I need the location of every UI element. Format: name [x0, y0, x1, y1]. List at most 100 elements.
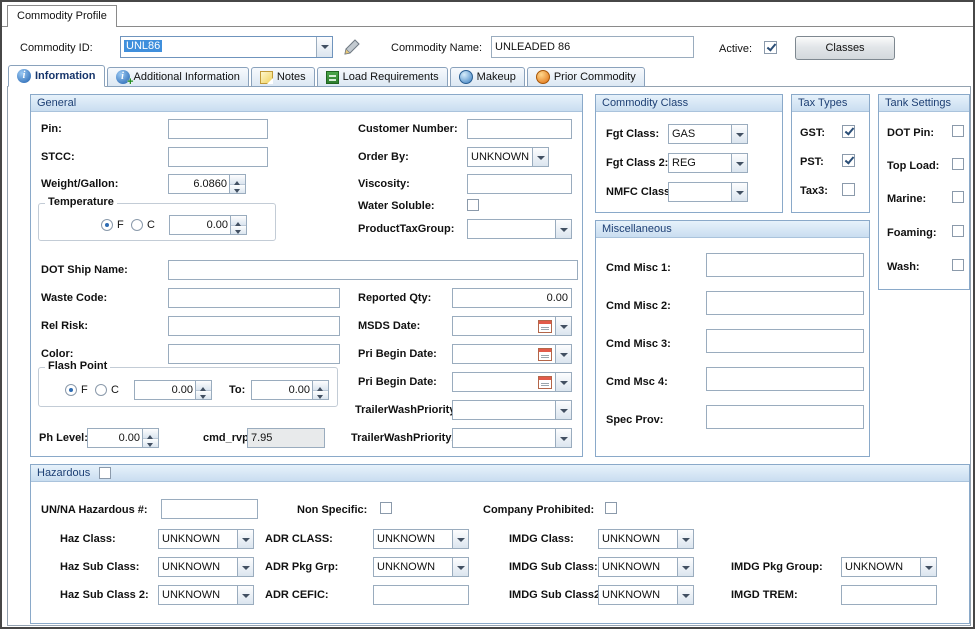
imdg-class-select[interactable]: UNKNOWN — [598, 529, 694, 549]
chevron-down-icon[interactable] — [731, 183, 747, 201]
chevron-down-icon[interactable] — [555, 317, 571, 335]
pri-begin-date2-picker[interactable] — [452, 372, 572, 392]
fgt-class-select[interactable]: GAS — [668, 124, 748, 144]
waste-code-input[interactable] — [168, 288, 340, 308]
spinner-up-icon[interactable] — [230, 175, 245, 185]
pin-input[interactable] — [168, 119, 268, 139]
edit-pencil-icon[interactable] — [343, 38, 361, 56]
chevron-down-icon[interactable] — [237, 586, 253, 604]
rel-risk-input[interactable] — [168, 316, 340, 336]
tab-notes[interactable]: Notes — [251, 67, 315, 87]
cmd-misc2-input[interactable] — [706, 291, 864, 315]
spinner-down-icon[interactable] — [230, 185, 245, 194]
pri-begin-date-picker[interactable] — [452, 344, 572, 364]
flash-point-f-radio[interactable] — [65, 384, 77, 396]
imdg-pkg-group-select[interactable]: UNKNOWN — [841, 557, 937, 577]
spinner-down-icon[interactable] — [143, 439, 158, 448]
classes-button[interactable]: Classes — [795, 36, 895, 60]
tab-prior-commodity[interactable]: Prior Commodity — [527, 67, 645, 87]
chevron-down-icon[interactable] — [452, 558, 468, 576]
msds-date-picker[interactable] — [452, 316, 572, 336]
adr-pkg-grp-select[interactable]: UNKNOWN — [373, 557, 469, 577]
hazardous-checkbox[interactable] — [99, 467, 111, 479]
wash-checkbox[interactable] — [952, 259, 964, 271]
temperature-f-radio[interactable] — [101, 219, 113, 231]
water-soluble-checkbox[interactable] — [467, 199, 479, 211]
temperature-spinner[interactable]: 0.00 — [169, 215, 247, 235]
chevron-down-icon[interactable] — [920, 558, 936, 576]
spec-prov-input[interactable] — [706, 405, 864, 429]
dot-pin-checkbox[interactable] — [952, 125, 964, 137]
reported-qty-input[interactable] — [452, 288, 572, 308]
weight-gallon-spinner[interactable]: 6.0860 — [168, 174, 246, 194]
cmd-msc4-input[interactable] — [706, 367, 864, 391]
cmd-misc3-input[interactable] — [706, 329, 864, 353]
haz-sub-class-select[interactable]: UNKNOWN — [158, 557, 254, 577]
adr-cefic-input[interactable] — [373, 585, 469, 605]
spinner-down-icon[interactable] — [231, 226, 246, 235]
spinner-up-icon[interactable] — [143, 429, 158, 439]
chevron-down-icon[interactable] — [731, 125, 747, 143]
flash-point-to-spinner[interactable]: 0.00 — [251, 380, 329, 400]
chevron-down-icon[interactable] — [555, 345, 571, 363]
flash-point-from-spinner[interactable]: 0.00 — [134, 380, 212, 400]
spinner-down-icon[interactable] — [196, 391, 211, 400]
nmfc-class-select[interactable] — [668, 182, 748, 202]
spinner-up-icon[interactable] — [196, 381, 211, 391]
pst-checkbox[interactable] — [842, 154, 855, 167]
chevron-down-icon[interactable] — [532, 148, 548, 166]
unna-hazardous-input[interactable] — [161, 499, 258, 519]
customer-number-input[interactable] — [467, 119, 572, 139]
chevron-down-icon[interactable] — [555, 220, 571, 238]
tab-additional-information[interactable]: Additional Information — [107, 67, 249, 87]
order-by-select[interactable]: UNKNOWN — [467, 147, 549, 167]
tab-makeup[interactable]: Makeup — [450, 67, 525, 87]
imgd-trem-input[interactable] — [841, 585, 937, 605]
calendar-icon[interactable] — [538, 320, 552, 333]
viscosity-input[interactable] — [467, 174, 572, 194]
ph-level-spinner[interactable]: 0.00 — [87, 428, 159, 448]
chevron-down-icon[interactable] — [677, 530, 693, 548]
tax3-checkbox[interactable] — [842, 183, 855, 196]
active-checkbox[interactable] — [764, 41, 777, 54]
non-specific-checkbox[interactable] — [380, 502, 392, 514]
chevron-down-icon[interactable] — [316, 37, 332, 57]
calendar-icon[interactable] — [538, 376, 552, 389]
temperature-c-radio[interactable] — [131, 219, 143, 231]
doc-tab-commodity-profile[interactable]: Commodity Profile — [7, 5, 117, 27]
fgt-class2-select[interactable]: REG — [668, 153, 748, 173]
chevron-down-icon[interactable] — [555, 373, 571, 391]
chevron-down-icon[interactable] — [237, 530, 253, 548]
chevron-down-icon[interactable] — [237, 558, 253, 576]
calendar-icon[interactable] — [538, 348, 552, 361]
imdg-sub-class-select[interactable]: UNKNOWN — [598, 557, 694, 577]
spinner-down-icon[interactable] — [313, 391, 328, 400]
spinner-up-icon[interactable] — [231, 216, 246, 226]
top-load-checkbox[interactable] — [952, 158, 964, 170]
color-input[interactable] — [168, 344, 340, 364]
marine-checkbox[interactable] — [952, 191, 964, 203]
tab-load-requirements[interactable]: Load Requirements — [317, 67, 448, 87]
imdg-sub-class2-select[interactable]: UNKNOWN — [598, 585, 694, 605]
trailer-wash-priority2-select[interactable] — [452, 428, 572, 448]
commodity-id-select[interactable]: UNL86 — [120, 36, 333, 58]
chevron-down-icon[interactable] — [677, 586, 693, 604]
chevron-down-icon[interactable] — [452, 530, 468, 548]
haz-class-select[interactable]: UNKNOWN — [158, 529, 254, 549]
company-prohibited-checkbox[interactable] — [605, 502, 617, 514]
chevron-down-icon[interactable] — [731, 154, 747, 172]
stcc-input[interactable] — [168, 147, 268, 167]
gst-checkbox[interactable] — [842, 125, 855, 138]
haz-sub-class2-select[interactable]: UNKNOWN — [158, 585, 254, 605]
spinner-up-icon[interactable] — [313, 381, 328, 391]
flash-point-c-radio[interactable] — [95, 384, 107, 396]
dot-ship-name-input[interactable] — [168, 260, 578, 280]
chevron-down-icon[interactable] — [677, 558, 693, 576]
chevron-down-icon[interactable] — [555, 401, 571, 419]
commodity-name-input[interactable] — [491, 36, 694, 58]
chevron-down-icon[interactable] — [555, 429, 571, 447]
foaming-checkbox[interactable] — [952, 225, 964, 237]
trailer-wash-priority-select[interactable] — [452, 400, 572, 420]
adr-class-select[interactable]: UNKNOWN — [373, 529, 469, 549]
cmd-misc1-input[interactable] — [706, 253, 864, 277]
